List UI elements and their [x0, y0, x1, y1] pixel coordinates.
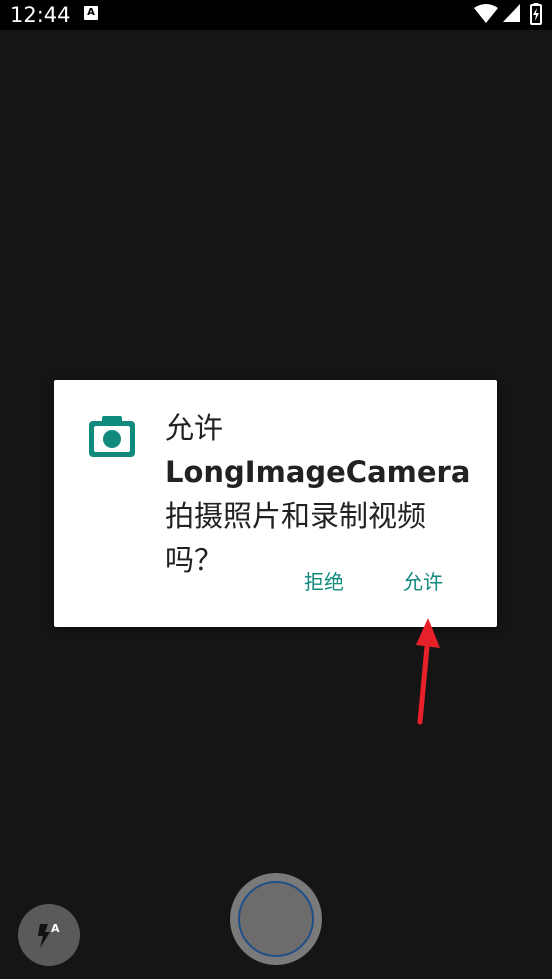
dialog-app-name: LongImageCamera: [165, 455, 471, 489]
dialog-message-prefix: 允许: [165, 411, 224, 445]
shutter-button[interactable]: [230, 873, 322, 965]
camera-icon: [89, 416, 135, 457]
camera-screen: 12:44 A 允许 LongImageCamera 拍摄照片和录制视频吗？ 拒绝 …: [0, 0, 552, 979]
a-icon: A: [84, 6, 98, 20]
status-time: 12:44: [10, 3, 71, 27]
flash-auto-icon: A: [38, 922, 60, 948]
permission-dialog: 允许 LongImageCamera 拍摄照片和录制视频吗？ 拒绝 允许: [54, 380, 497, 627]
status-bar: 12:44 A: [0, 0, 552, 30]
wifi-icon: [474, 4, 498, 23]
allow-button[interactable]: 允许: [403, 568, 443, 596]
flash-auto-badge: A: [51, 922, 60, 935]
flash-toggle-button[interactable]: A: [18, 904, 80, 966]
dialog-message: 允许 LongImageCamera 拍摄照片和录制视频吗？: [165, 406, 475, 582]
deny-button[interactable]: 拒绝: [304, 568, 344, 596]
signal-icon: [503, 4, 520, 22]
battery-icon: [530, 3, 542, 25]
shutter-inner-ring: [238, 881, 314, 957]
dialog-message-suffix: 拍摄照片和录制视频吗？: [165, 499, 427, 577]
red-arrow-annotation: [416, 618, 440, 725]
